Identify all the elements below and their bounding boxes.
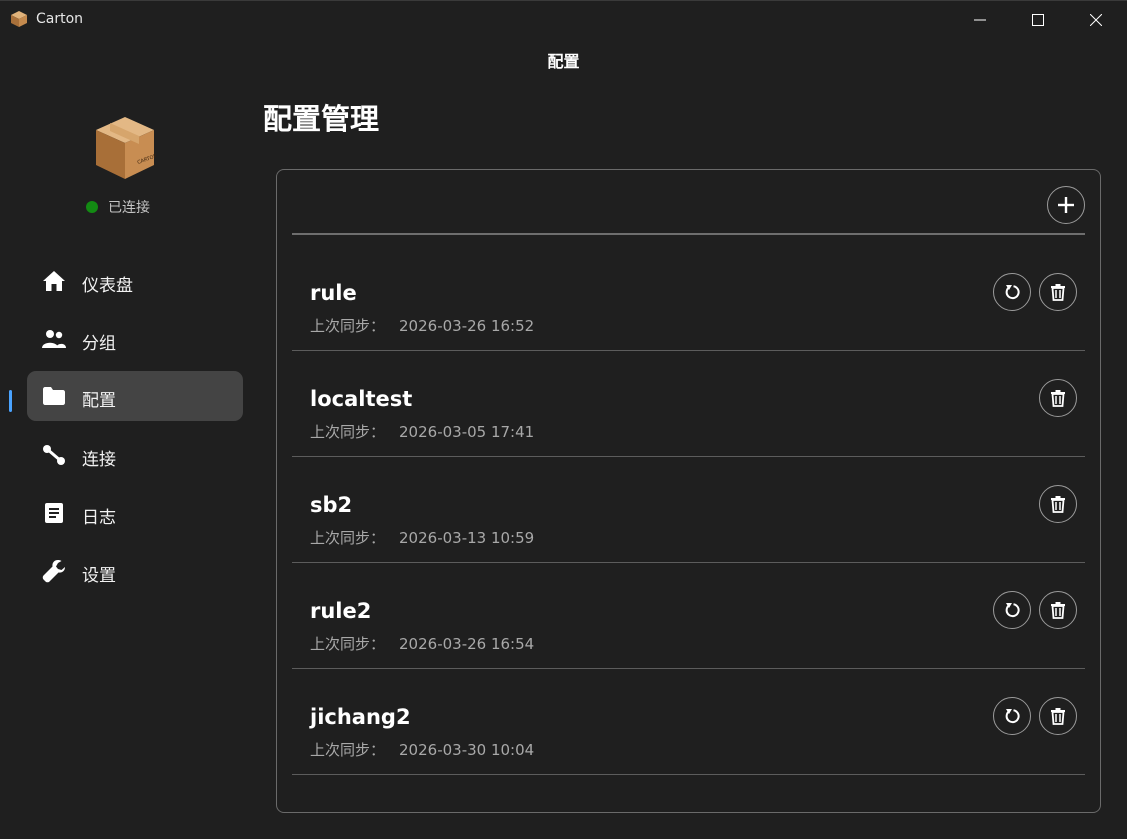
title-bar: Carton xyxy=(0,0,1127,38)
close-button[interactable] xyxy=(1067,1,1125,39)
profile-last-sync: 上次同步： 2026-03-26 16:54 xyxy=(310,633,534,654)
status-text: 已连接 xyxy=(108,200,150,216)
delete-profile-button[interactable] xyxy=(1039,273,1077,311)
app-box-icon xyxy=(11,11,27,27)
page-heading: 配置 xyxy=(547,52,580,71)
last-sync-label: 上次同步： xyxy=(310,423,386,441)
profile-name: localtest xyxy=(310,387,413,411)
active-nav-indicator xyxy=(9,390,12,412)
trash-icon xyxy=(1051,496,1065,513)
document-icon xyxy=(41,501,67,525)
last-sync-time: 2026-03-26 16:52 xyxy=(399,317,535,335)
minimize-icon xyxy=(974,19,986,21)
profile-last-sync: 上次同步： 2026-03-26 16:52 xyxy=(310,315,534,336)
delete-profile-button[interactable] xyxy=(1039,591,1077,629)
profile-name: rule xyxy=(310,281,357,305)
sidebar-item-settings[interactable]: 设置 xyxy=(27,546,243,596)
last-sync-time: 2026-03-26 16:54 xyxy=(399,635,535,653)
profile-row[interactable]: sb2 上次同步： 2026-03-13 10:59 xyxy=(292,457,1085,563)
sidebar-item-label: 分组 xyxy=(82,334,116,354)
sidebar-item-label: 配置 xyxy=(82,391,116,411)
refresh-profile-button[interactable] xyxy=(993,591,1031,629)
sidebar-item-logs[interactable]: 日志 xyxy=(27,488,243,538)
last-sync-label: 上次同步： xyxy=(310,635,386,653)
last-sync-time: 2026-03-30 10:04 xyxy=(399,741,535,759)
sidebar-item-label: 连接 xyxy=(82,450,116,470)
profile-row[interactable]: rule 上次同步： 2026-03-26 16:52 xyxy=(292,245,1085,351)
add-profile-button[interactable] xyxy=(1047,186,1085,224)
refresh-icon xyxy=(1005,285,1020,300)
window-title: Carton xyxy=(36,11,84,27)
connection-icon xyxy=(41,443,67,467)
delete-profile-button[interactable] xyxy=(1039,697,1077,735)
trash-icon xyxy=(1051,602,1065,619)
trash-icon xyxy=(1051,708,1065,725)
trash-icon xyxy=(1051,284,1065,301)
refresh-profile-button[interactable] xyxy=(993,697,1031,735)
last-sync-time: 2026-03-13 10:59 xyxy=(399,529,535,547)
header-divider xyxy=(292,233,1085,235)
main-title: 配置管理 xyxy=(263,102,380,136)
profile-last-sync: 上次同步： 2026-03-05 17:41 xyxy=(310,421,534,442)
delete-profile-button[interactable] xyxy=(1039,379,1077,417)
profile-row[interactable]: localtest 上次同步： 2026-03-05 17:41 xyxy=(292,351,1085,457)
connection-status: 已连接 xyxy=(86,197,150,217)
profile-row[interactable]: rule2 上次同步： 2026-03-26 16:54 xyxy=(292,563,1085,669)
maximize-icon xyxy=(1032,14,1044,26)
delete-profile-button[interactable] xyxy=(1039,485,1077,523)
sidebar-item-label: 设置 xyxy=(82,566,116,586)
last-sync-label: 上次同步： xyxy=(310,317,386,335)
carton-logo-icon: CARTON xyxy=(96,117,156,179)
last-sync-time: 2026-03-05 17:41 xyxy=(399,423,535,441)
refresh-icon xyxy=(1005,603,1020,618)
profile-last-sync: 上次同步： 2026-03-13 10:59 xyxy=(310,527,534,548)
profile-list-card: rule 上次同步： 2026-03-26 16:52 localtest 上次同… xyxy=(276,169,1101,813)
sidebar-item-groups[interactable]: 分组 xyxy=(27,314,243,364)
sidebar-item-profiles[interactable]: 配置 xyxy=(27,371,243,421)
profile-row[interactable]: jichang2 上次同步： 2026-03-30 10:04 xyxy=(292,669,1085,775)
last-sync-label: 上次同步： xyxy=(310,741,386,759)
close-icon xyxy=(1090,14,1102,26)
sidebar-item-connections[interactable]: 连接 xyxy=(27,430,243,480)
trash-icon xyxy=(1051,390,1065,407)
group-icon xyxy=(41,327,67,351)
sidebar-item-label: 日志 xyxy=(82,508,116,528)
sidebar-item-dashboard[interactable]: 仪表盘 xyxy=(27,256,243,306)
folder-icon xyxy=(41,384,67,408)
sidebar-item-label: 仪表盘 xyxy=(82,276,133,296)
profile-last-sync: 上次同步： 2026-03-30 10:04 xyxy=(310,739,534,760)
minimize-button[interactable] xyxy=(951,1,1009,39)
refresh-icon xyxy=(1005,709,1020,724)
profile-name: jichang2 xyxy=(310,705,411,729)
home-icon xyxy=(41,269,67,293)
wrench-icon xyxy=(41,559,67,583)
refresh-profile-button[interactable] xyxy=(993,273,1031,311)
profile-name: rule2 xyxy=(310,599,372,623)
status-dot xyxy=(86,201,98,213)
last-sync-label: 上次同步： xyxy=(310,529,386,547)
maximize-button[interactable] xyxy=(1009,1,1067,39)
plus-icon xyxy=(1058,197,1074,213)
profile-name: sb2 xyxy=(310,493,353,517)
